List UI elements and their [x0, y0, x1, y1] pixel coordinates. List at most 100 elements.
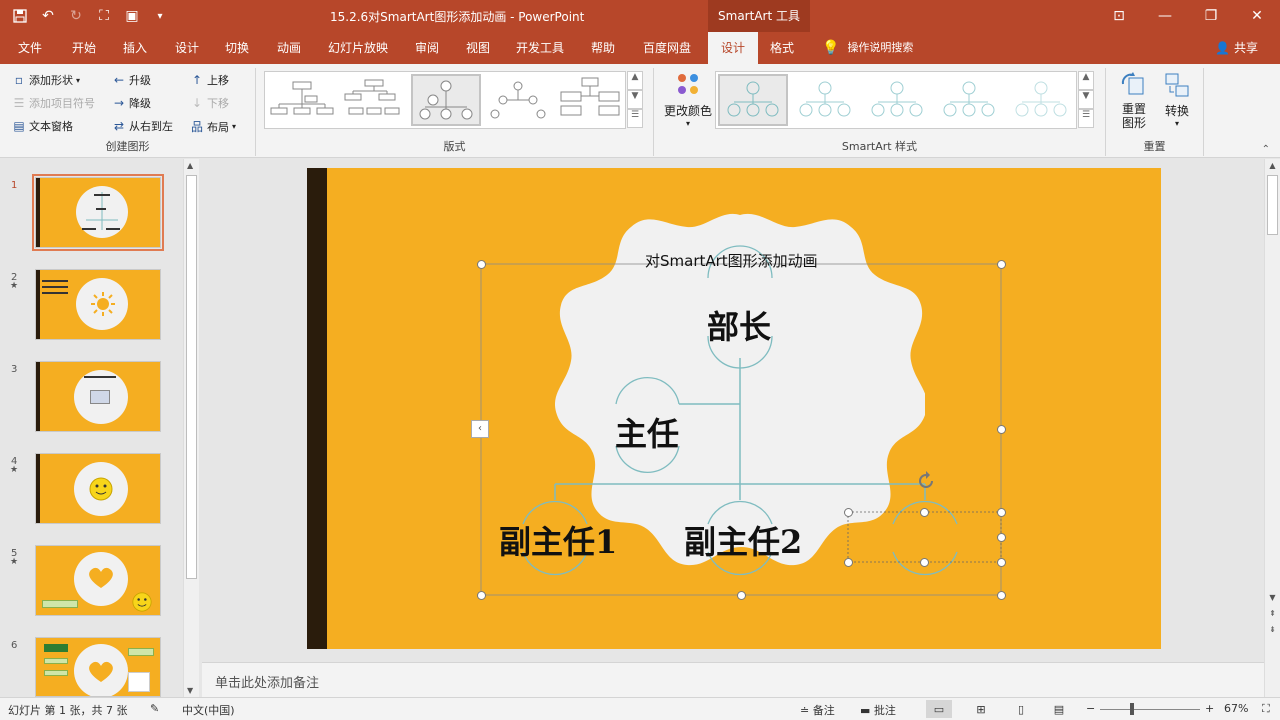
slide-sorter-icon[interactable]: ⊞ — [968, 700, 994, 718]
resize-handle-se[interactable] — [997, 591, 1006, 600]
fit-to-window-icon[interactable]: ⛶ — [1262, 702, 1270, 716]
tab-smartart-format[interactable]: 格式 — [764, 32, 800, 64]
node-handle-se[interactable] — [997, 558, 1006, 567]
demote-button[interactable]: → 降级 — [112, 95, 151, 111]
add-bullet-button[interactable]: ☰ 添加项目符号 — [12, 95, 95, 111]
styles-gallery-more[interactable]: ☰ — [1078, 109, 1094, 128]
slide-thumbnail-5[interactable] — [35, 545, 161, 616]
tab-design[interactable]: 设计 — [169, 32, 205, 64]
promote-button[interactable]: ← 升级 — [112, 72, 151, 88]
customize-qat-icon[interactable]: ▾ — [148, 4, 172, 28]
layout-button[interactable]: 品布局 ▾ — [190, 118, 236, 135]
right-to-left-button[interactable]: ⇄ 从右到左 — [112, 118, 173, 134]
layout-gallery-scroll-up[interactable]: ▲ — [627, 71, 643, 90]
resize-handle-e[interactable] — [997, 425, 1006, 434]
notes-pane[interactable]: 单击此处添加备注 — [202, 662, 1264, 697]
tab-view[interactable]: 视图 — [460, 32, 496, 64]
text-pane-toggle-icon[interactable]: ‹ — [471, 420, 489, 438]
layout-option-name-title[interactable] — [483, 74, 553, 126]
layout-option-table-hierarchy[interactable] — [555, 74, 625, 126]
start-slideshow-icon[interactable]: ⛶ — [92, 4, 116, 28]
resize-handle-s[interactable] — [737, 591, 746, 600]
slide-thumbnail-4[interactable] — [35, 453, 161, 524]
minimize-button[interactable]: — — [1142, 0, 1188, 32]
change-colors-button[interactable]: 更改颜色 ▾ — [662, 70, 714, 128]
convert-button[interactable]: 转换 ▾ — [1158, 70, 1196, 128]
node-handle-e[interactable] — [997, 533, 1006, 542]
style-option-5[interactable] — [1006, 74, 1076, 126]
zoom-out-icon[interactable]: − — [1086, 702, 1095, 715]
present-icon[interactable]: ▣ — [120, 4, 144, 28]
zoom-slider-thumb[interactable] — [1130, 703, 1134, 715]
close-button[interactable]: ✕ — [1234, 0, 1280, 32]
node-handle-s[interactable] — [920, 558, 929, 567]
slide-thumbnail-1[interactable] — [32, 174, 164, 251]
resize-handle-nw[interactable] — [477, 260, 486, 269]
thumbnail-scroll-thumb[interactable] — [186, 175, 197, 579]
node-handle-sw[interactable] — [844, 558, 853, 567]
layout-option-org-chart[interactable] — [267, 74, 337, 126]
reading-view-icon[interactable]: ▯ — [1008, 700, 1034, 718]
add-shape-button[interactable]: ▫ 添加形状 ▾ — [12, 72, 80, 88]
styles-gallery-scroll-down[interactable]: ▼ — [1078, 90, 1094, 109]
style-option-3[interactable] — [862, 74, 932, 126]
slideshow-view-icon[interactable]: ▤ — [1046, 700, 1072, 718]
reset-graphic-button[interactable]: 重置 图形 — [1114, 70, 1154, 130]
node-left-text[interactable]: 副主任1 — [499, 517, 617, 563]
move-down-button[interactable]: ↓ 下移 — [190, 95, 229, 111]
layout-gallery-scroll-down[interactable]: ▼ — [627, 90, 643, 109]
slide-canvas[interactable]: 对SmartArt图形添加动画 部长 主任 副主任1 副主任2 ‹ — [307, 168, 1161, 649]
tab-transitions[interactable]: 切换 — [219, 32, 255, 64]
slide-thumbnail-2[interactable] — [35, 269, 161, 340]
restore-button[interactable]: ❐ — [1188, 0, 1234, 32]
styles-gallery-scroll-up[interactable]: ▲ — [1078, 71, 1094, 90]
tab-developer[interactable]: 开发工具 — [510, 32, 570, 64]
save-icon[interactable] — [8, 4, 32, 28]
tab-home[interactable]: 开始 — [66, 32, 102, 64]
slide-count-status[interactable]: 幻灯片 第 1 张，共 7 张 — [8, 702, 127, 718]
share-button[interactable]: 👤 共享 — [1215, 32, 1258, 64]
comments-button[interactable]: ▬ 批注 — [860, 702, 896, 718]
tab-smartart-design[interactable]: 设计 — [708, 32, 758, 64]
style-option-2[interactable] — [790, 74, 860, 126]
resize-handle-ne[interactable] — [997, 260, 1006, 269]
undo-icon[interactable]: ↶ — [36, 4, 60, 28]
tab-review[interactable]: 审阅 — [409, 32, 445, 64]
tab-animations[interactable]: 动画 — [271, 32, 307, 64]
layout-gallery-more[interactable]: ☰ — [627, 109, 643, 128]
tab-file[interactable]: 文件 — [12, 32, 48, 64]
rotate-handle-icon[interactable] — [915, 470, 937, 492]
language-status[interactable]: 中文(中国) — [182, 702, 235, 718]
style-option-4[interactable] — [934, 74, 1004, 126]
tell-me-search[interactable]: 💡 操作说明搜索 — [822, 32, 913, 64]
notes-button[interactable]: ≐ 备注 — [800, 702, 835, 718]
slide-thumbnail-6[interactable] — [35, 637, 161, 697]
resize-handle-sw[interactable] — [477, 591, 486, 600]
node-handle-nw[interactable] — [844, 508, 853, 517]
node-handle-ne[interactable] — [997, 508, 1006, 517]
normal-view-icon[interactable]: ▭ — [926, 700, 952, 718]
spellcheck-icon[interactable]: ✎ — [150, 702, 159, 715]
redo-icon[interactable]: ↻ — [64, 4, 88, 28]
tab-slideshow[interactable]: 幻灯片放映 — [322, 32, 394, 64]
move-up-button[interactable]: ↑ 上移 — [190, 72, 229, 88]
tab-baidu-netdisk[interactable]: 百度网盘 — [637, 32, 697, 64]
node-center-text[interactable]: 副主任2 — [684, 517, 802, 563]
thumbnail-scrollbar[interactable]: ▲ ▼ — [183, 159, 199, 697]
style-option-simple[interactable] — [718, 74, 788, 126]
zoom-level[interactable]: 67% — [1224, 702, 1248, 715]
slide-scroll-thumb[interactable] — [1267, 175, 1278, 235]
text-pane-button[interactable]: ▤ 文本窗格 — [12, 118, 73, 134]
node-mid-text[interactable]: 主任 — [615, 409, 679, 455]
layout-option-hierarchy[interactable] — [339, 74, 409, 126]
node-handle-n[interactable] — [920, 508, 929, 517]
layout-option-circle-picture-hierarchy[interactable] — [411, 74, 481, 126]
tab-insert[interactable]: 插入 — [117, 32, 153, 64]
slide-thumbnail-3[interactable] — [35, 361, 161, 432]
zoom-in-icon[interactable]: + — [1205, 702, 1214, 715]
zoom-slider[interactable] — [1100, 709, 1200, 710]
node-top-text[interactable]: 部长 — [707, 302, 771, 348]
smartart-title[interactable]: 对SmartArt图形添加动画 — [645, 250, 818, 271]
collapse-ribbon-icon[interactable]: ⌃ — [1262, 144, 1270, 155]
slide-vertical-scrollbar[interactable]: ▲ ▼ ⇞ ⇟ — [1264, 159, 1280, 697]
